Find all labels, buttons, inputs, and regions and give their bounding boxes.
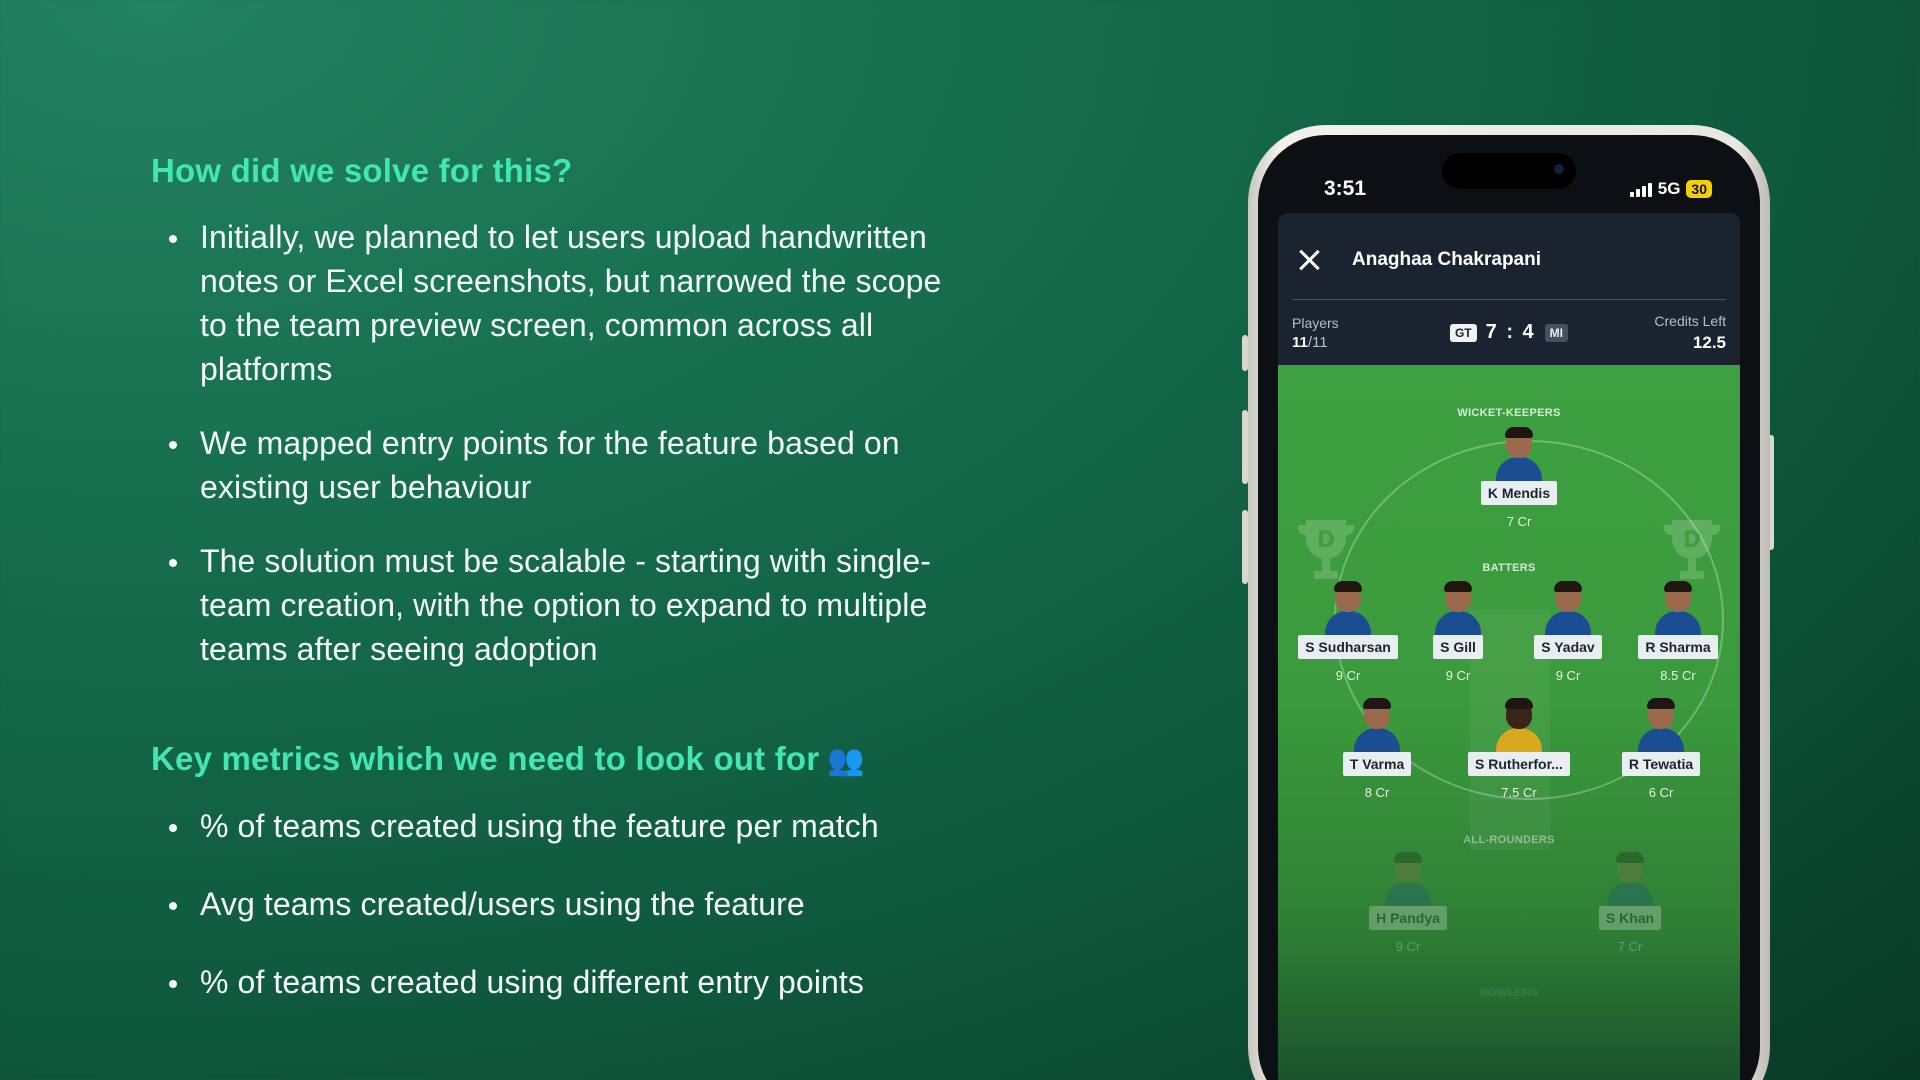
- player-avatar: [1638, 698, 1684, 752]
- player-avatar: [1655, 581, 1701, 635]
- player-credit: 7 Cr: [1617, 939, 1643, 954]
- player-credit: 7.5 Cr: [1501, 785, 1537, 800]
- list-item: % of teams created using different entry…: [169, 960, 969, 1004]
- player-credit: 9 Cr: [1555, 668, 1581, 683]
- player-avatar: [1385, 852, 1431, 906]
- player-name: S Gill: [1433, 635, 1483, 659]
- player-avatar: [1435, 581, 1481, 635]
- players-count: 11/11: [1292, 334, 1328, 351]
- player-name: R Tewatia: [1621, 752, 1701, 776]
- player-avatar: [1496, 427, 1542, 481]
- player-credit: 9 Cr: [1335, 668, 1361, 683]
- team-badge-mi: MI: [1544, 323, 1569, 342]
- trophy-icon: D: [1298, 520, 1354, 579]
- trophy-icon: D: [1664, 520, 1720, 579]
- phone-mockup: 3:51 5G 30 Anaghaa Chakrapani Players 11…: [1248, 125, 1770, 1080]
- heading-solution: How did we solve for this?: [151, 152, 573, 189]
- status-bar-right: 5G 30: [1629, 179, 1712, 199]
- player-card[interactable]: K Mendis 7 Cr: [1459, 427, 1579, 529]
- network-label: 5G: [1657, 179, 1681, 198]
- player-name: R Sharma: [1638, 635, 1718, 659]
- list-item: % of teams created using the feature per…: [169, 804, 969, 848]
- credits-left-value: 12.5: [1692, 333, 1726, 352]
- player-avatar: [1354, 698, 1400, 752]
- player-avatar: [1496, 698, 1542, 752]
- player-card[interactable]: R Tewatia 6 Cr: [1601, 698, 1721, 800]
- player-credit: 9 Cr: [1395, 939, 1421, 954]
- player-credit: 6 Cr: [1648, 785, 1674, 800]
- heading-metrics: Key metrics which we need to look out fo…: [151, 740, 865, 778]
- list-item: We mapped entry points for the feature b…: [169, 421, 969, 509]
- signal-icon: [1629, 182, 1652, 197]
- close-icon[interactable]: [1296, 247, 1322, 273]
- player-name: S Sudharsan: [1298, 635, 1398, 659]
- battery-icon: 30: [1686, 180, 1712, 198]
- player-card[interactable]: S Khan 7 Cr: [1570, 852, 1690, 954]
- divider: [1292, 299, 1726, 300]
- team-split-score: 7 : 4: [1485, 321, 1536, 343]
- players-label: Players: [1292, 315, 1339, 331]
- people-emoji-icon: 👥: [827, 744, 865, 777]
- player-credit: 9 Cr: [1445, 668, 1471, 683]
- list-item: The solution must be scalable - starting…: [169, 539, 969, 671]
- status-time: 3:51: [1324, 177, 1367, 200]
- player-name: T Varma: [1342, 752, 1412, 776]
- player-name: S Khan: [1598, 906, 1662, 930]
- player-card[interactable]: S Yadav 9 Cr: [1508, 581, 1628, 683]
- player-card[interactable]: R Sharma 8.5 Cr: [1618, 581, 1738, 683]
- team-preview-header: Anaghaa Chakrapani Players 11/11 GT 7 : …: [1278, 213, 1740, 365]
- player-card[interactable]: H Pandya 9 Cr: [1348, 852, 1468, 954]
- player-name: S Rutherfor...: [1468, 752, 1570, 776]
- phone-screen: 3:51 5G 30 Anaghaa Chakrapani Players 11…: [1258, 135, 1760, 1080]
- players-selected: 11: [1292, 334, 1308, 351]
- dynamic-island: [1442, 153, 1576, 189]
- team-split: GT 7 : 4 MI: [1449, 321, 1569, 344]
- player-card[interactable]: S Rutherfor... 7.5 Cr: [1459, 698, 1579, 800]
- metrics-list: % of teams created using the feature per…: [169, 804, 969, 1038]
- player-avatar: [1325, 581, 1371, 635]
- cricket-pitch: D D WICKET-KEEPERS K Mendis 7 Cr BATTERS…: [1278, 365, 1740, 1080]
- team-badge-gt: GT: [1449, 323, 1477, 342]
- player-card[interactable]: S Sudharsan 9 Cr: [1288, 581, 1408, 683]
- list-item: Avg teams created/users using the featur…: [169, 882, 969, 926]
- heading-metrics-text: Key metrics which we need to look out fo…: [151, 740, 820, 777]
- player-card[interactable]: S Gill 9 Cr: [1398, 581, 1518, 683]
- player-avatar: [1607, 852, 1653, 906]
- player-credit: 8.5 Cr: [1660, 668, 1696, 683]
- section-wicket-keepers: WICKET-KEEPERS: [1457, 407, 1561, 419]
- section-all-rounders: ALL-ROUNDERS: [1463, 834, 1555, 846]
- solution-list: Initially, we planned to let users uploa…: [169, 215, 969, 701]
- user-name: Anaghaa Chakrapani: [1352, 249, 1541, 270]
- credits-left-label: Credits Left: [1654, 313, 1726, 329]
- svg-text:D: D: [1683, 528, 1701, 553]
- section-bowlers: BOWLERS: [1479, 987, 1539, 999]
- section-batters: BATTERS: [1482, 562, 1536, 574]
- player-avatar: [1545, 581, 1591, 635]
- player-credit: 7 Cr: [1506, 514, 1532, 529]
- list-item: Initially, we planned to let users uploa…: [169, 215, 969, 391]
- camera-icon: [1554, 164, 1564, 174]
- player-card[interactable]: T Varma 8 Cr: [1317, 698, 1437, 800]
- player-name: H Pandya: [1369, 906, 1447, 930]
- svg-text:D: D: [1317, 528, 1335, 553]
- player-credit: 8 Cr: [1364, 785, 1390, 800]
- player-name: S Yadav: [1534, 635, 1602, 659]
- players-total: /11: [1307, 334, 1328, 351]
- player-name: K Mendis: [1480, 481, 1558, 505]
